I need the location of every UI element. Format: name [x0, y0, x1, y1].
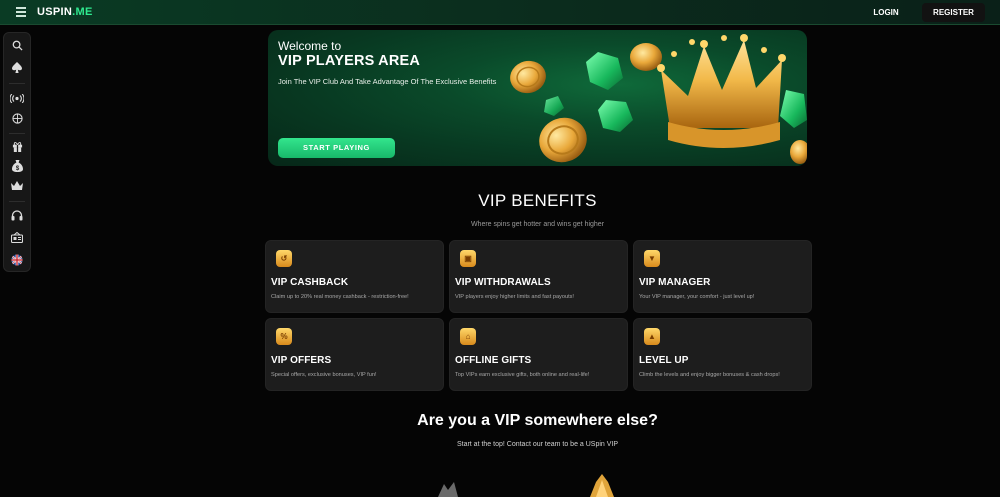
menu-icon[interactable] [16, 7, 26, 17]
gift-icon[interactable] [4, 137, 30, 155]
benefit-card-description: Special offers, exclusive bonuses, VIP f… [271, 372, 377, 378]
benefit-card-description: Claim up to 20% real money cashback - re… [271, 294, 409, 300]
money-bag-icon[interactable]: $ [4, 157, 30, 175]
uk-flag-icon[interactable] [4, 251, 30, 269]
register-button[interactable]: REGISTER [922, 3, 985, 22]
offers-icon: % [276, 328, 292, 345]
news-icon[interactable] [4, 228, 30, 246]
benefit-card-title: VIP WITHDRAWALS [455, 277, 551, 288]
start-playing-button[interactable]: START PLAYING [278, 138, 395, 158]
benefit-card-description: Your VIP manager, your comfort - just le… [639, 294, 755, 300]
spade-icon[interactable] [4, 58, 30, 76]
benefits-title: VIP BENEFITS [478, 191, 597, 210]
benefit-card-withdrawals[interactable]: ▣ VIP WITHDRAWALS VIP players enjoy high… [449, 240, 628, 313]
basketball-icon[interactable] [4, 109, 30, 127]
benefit-card-offline-gifts[interactable]: ⌂ OFFLINE GIFTS Top VIPs earn exclusive … [449, 318, 628, 391]
hero-title: VIP PLAYERS AREA [278, 53, 421, 69]
benefit-card-level-up[interactable]: ▲ LEVEL UP Climb the levels and enjoy bi… [633, 318, 812, 391]
headset-icon[interactable] [4, 206, 30, 224]
benefit-card-title: LEVEL UP [639, 355, 689, 366]
benefit-card-manager[interactable]: ▼ VIP MANAGER Your VIP manager, your com… [633, 240, 812, 313]
benefits-subtitle: Where spins get hotter and wins get high… [470, 221, 605, 228]
benefit-card-title: VIP MANAGER [639, 277, 711, 288]
benefit-card-description: Climb the levels and enjoy bigger bonuse… [639, 372, 780, 378]
site-logo[interactable]: USPIN.ME [37, 6, 93, 18]
sidebar: $ [3, 32, 31, 272]
benefit-card-cashback[interactable]: ↺ VIP CASHBACK Claim up to 20% real mone… [265, 240, 444, 313]
logo-domain: .ME [72, 6, 93, 18]
benefit-card-title: VIP OFFERS [271, 355, 332, 366]
login-button[interactable]: LOGIN [864, 4, 908, 21]
search-icon[interactable] [4, 36, 30, 54]
benefit-card-description: Top VIPs earn exclusive gifts, both onli… [455, 372, 590, 378]
withdrawal-icon: ▣ [460, 250, 476, 267]
level-up-icon: ▲ [644, 328, 660, 345]
vip-elsewhere-subtitle: Start at the top! Contact our team to be… [456, 441, 619, 448]
crown-icon[interactable] [4, 177, 30, 195]
benefit-card-description: VIP players enjoy higher limits and fast… [455, 294, 574, 300]
benefit-card-offers[interactable]: % VIP OFFERS Special offers, exclusive b… [265, 318, 444, 391]
cashback-icon: ↺ [276, 250, 292, 267]
hero-welcome-text: Welcome to [278, 39, 342, 53]
benefit-card-title: VIP CASHBACK [271, 277, 349, 288]
benefit-card-title: OFFLINE GIFTS [455, 355, 532, 366]
logo-text: USPIN [37, 6, 73, 18]
manager-icon: ▼ [644, 250, 660, 267]
top-navigation-bar: USPIN.ME LOGIN REGISTER [0, 0, 1000, 25]
vip-elsewhere-title: Are you a VIP somewhere else? [417, 412, 658, 429]
live-icon[interactable] [4, 89, 30, 107]
hero-description: Join The VIP Club And Take Advantage Of … [278, 77, 497, 86]
crown-tips-decoration [438, 474, 614, 497]
crown-coins-illustration [510, 34, 807, 164]
vip-hero-banner: Welcome to VIP PLAYERS AREA Join The VIP… [268, 30, 807, 166]
gift-box-icon: ⌂ [460, 328, 476, 345]
